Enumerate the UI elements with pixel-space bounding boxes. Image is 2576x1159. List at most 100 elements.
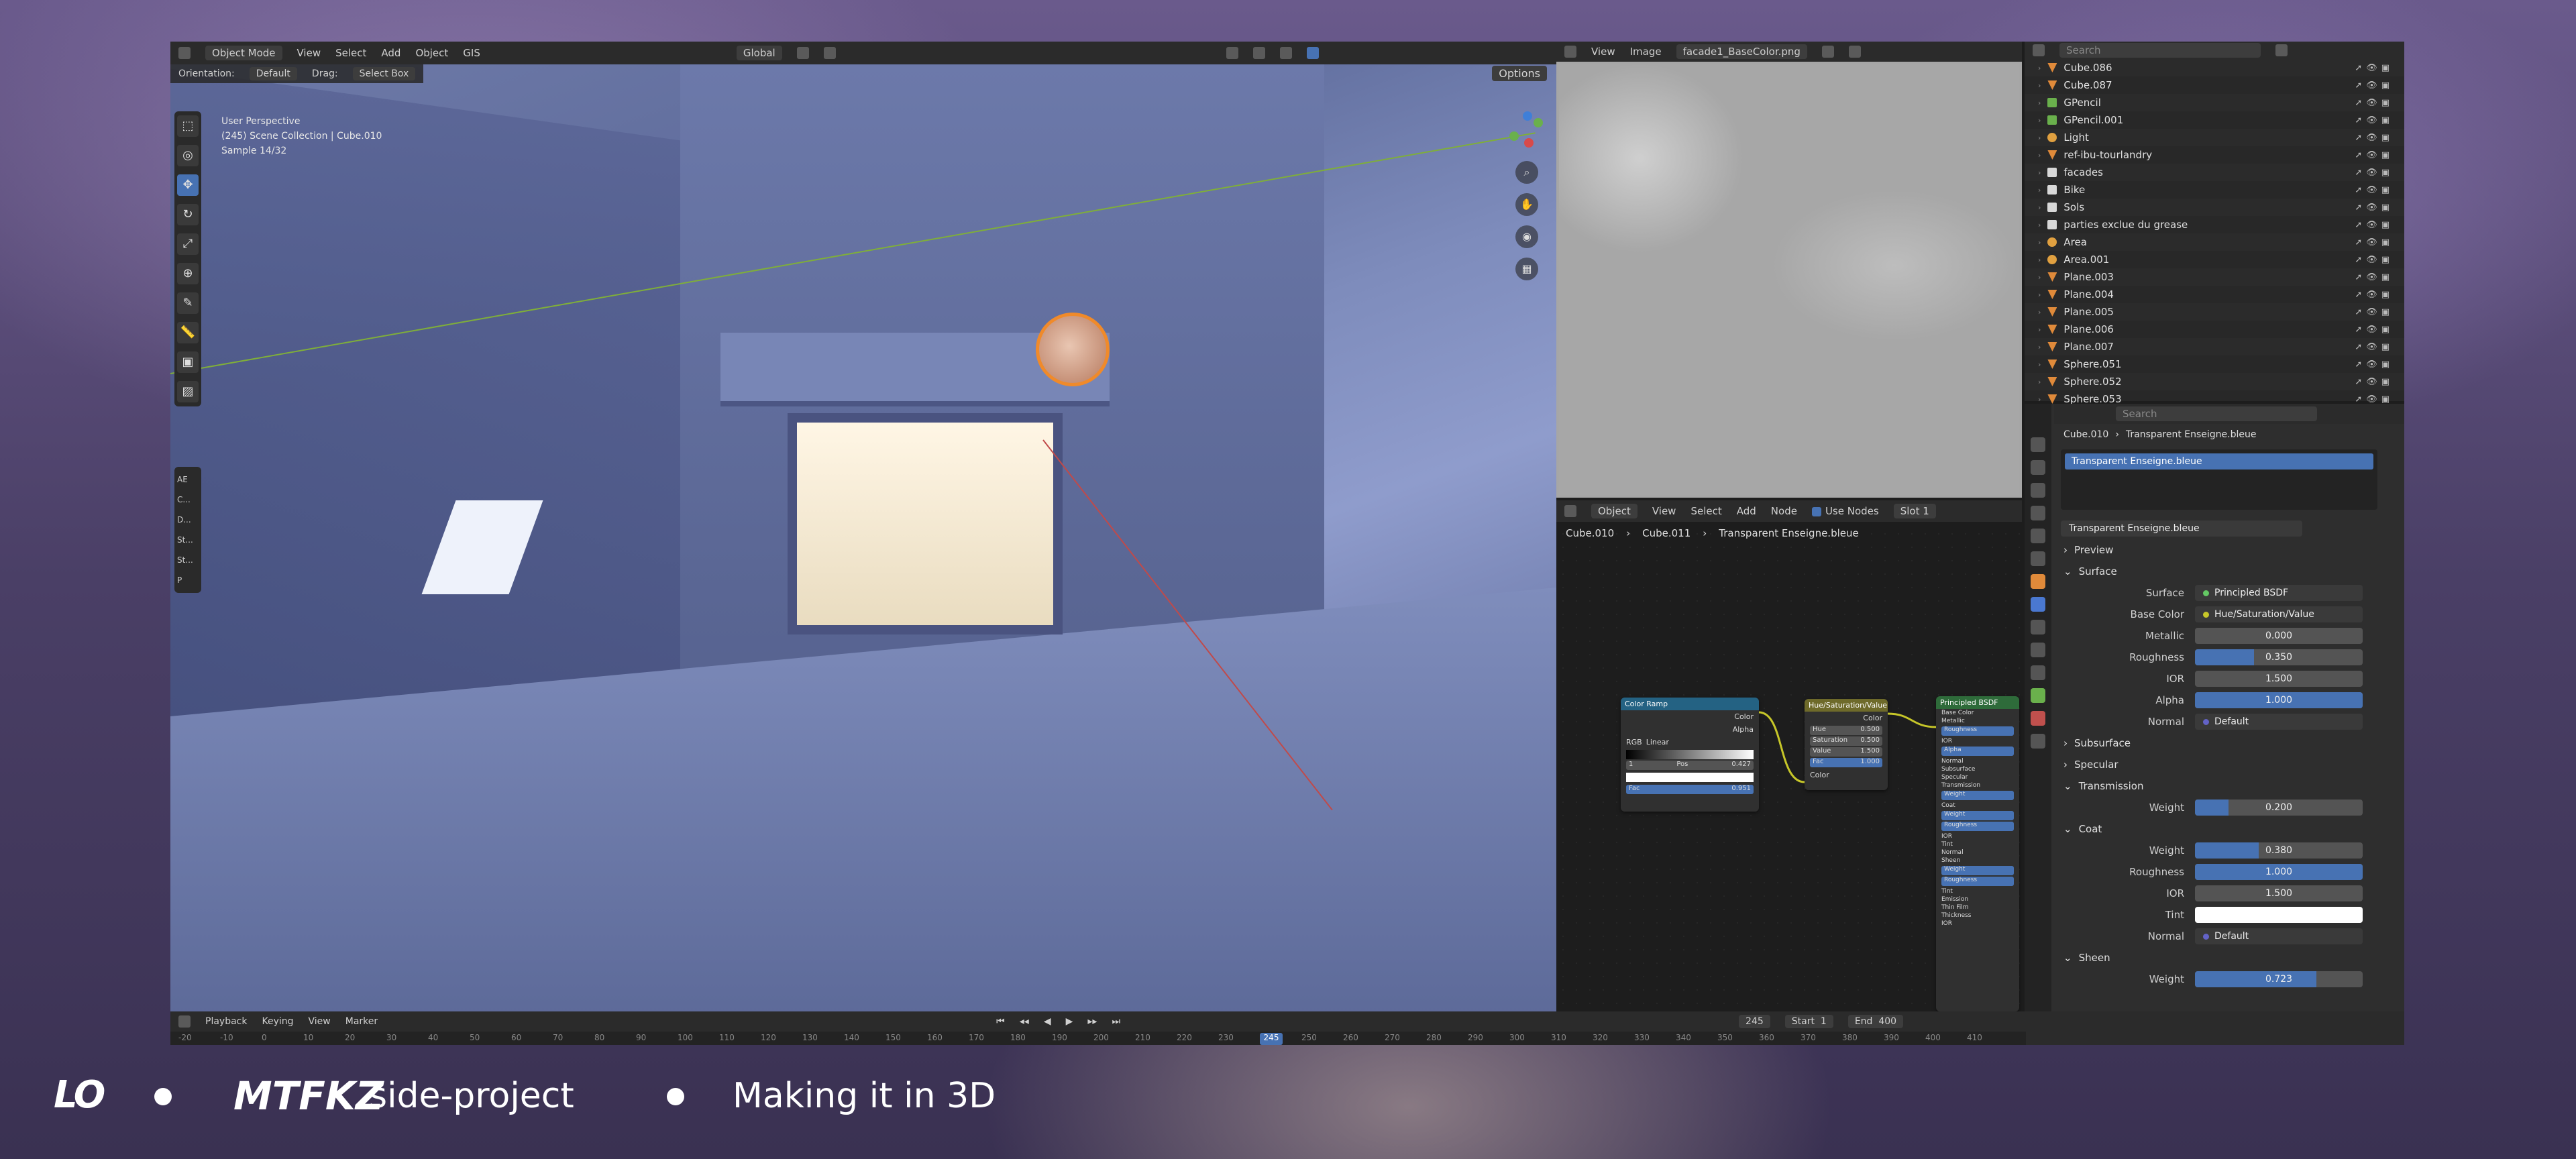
section-specular[interactable]: › Specular [2054, 754, 2404, 775]
filter-icon[interactable] [2275, 44, 2288, 56]
measure-tool-icon[interactable]: 📏 [177, 322, 199, 343]
visibility-toggle-icons[interactable]: ➚👁▣ [2355, 272, 2394, 282]
outliner-row[interactable]: › ref-ibu-tourlandry ➚👁▣ [2025, 146, 2404, 164]
expand-icon[interactable]: › [2038, 360, 2041, 369]
expand-icon[interactable]: › [2038, 186, 2041, 195]
image-pin-icon[interactable] [1821, 46, 1834, 58]
snap-icon[interactable] [796, 47, 809, 59]
render-tab-icon[interactable] [2031, 460, 2045, 475]
drag-dropdown[interactable]: Select Box [352, 67, 416, 80]
outliner-row[interactable]: › Cube.086 ➚👁▣ [2025, 59, 2404, 76]
grid-view-icon[interactable]: ▦ [1515, 258, 1538, 280]
start-frame-field[interactable]: Start 1 [1784, 1015, 1833, 1028]
current-frame-field[interactable]: 245 [1739, 1015, 1770, 1028]
viewport-menu-view[interactable]: View [297, 47, 321, 59]
expand-icon[interactable]: › [2038, 290, 2041, 299]
visibility-toggle-icons[interactable]: ➚👁▣ [2355, 290, 2394, 300]
expand-icon[interactable]: › [2038, 256, 2041, 264]
editor-type-icon[interactable] [2033, 44, 2045, 56]
visibility-toggle-icons[interactable]: ➚👁▣ [2355, 133, 2394, 143]
ior-field[interactable]: 1.500 [2195, 671, 2363, 687]
visibility-toggle-icons[interactable]: ➚👁▣ [2355, 203, 2394, 213]
camera-view-icon[interactable]: ◉ [1515, 225, 1538, 248]
visibility-toggle-icons[interactable]: ➚👁▣ [2355, 377, 2394, 387]
visibility-toggle-icons[interactable]: ➚👁▣ [2355, 185, 2394, 195]
visibility-toggle-icons[interactable]: ➚👁▣ [2355, 80, 2394, 91]
section-subsurface[interactable]: › Subsurface [2054, 732, 2404, 754]
visibility-toggle-icons[interactable]: ➚👁▣ [2355, 98, 2394, 108]
scale-tool-icon[interactable]: ⤢ [177, 233, 199, 255]
timeline-menu-playback[interactable]: Playback [205, 1016, 247, 1027]
expand-icon[interactable]: › [2038, 116, 2041, 125]
expand-icon[interactable]: › [2038, 221, 2041, 229]
add-cube-tool-icon[interactable]: ▣ [177, 351, 199, 373]
selected-object-gizmo[interactable] [1036, 313, 1110, 386]
outliner-row[interactable]: › Plane.004 ➚👁▣ [2025, 286, 2404, 303]
outliner-row[interactable]: › Light ➚👁▣ [2025, 129, 2404, 146]
viewport-render[interactable]: User Perspective (245) Scene Collection … [170, 64, 1556, 1011]
side-label[interactable]: St... [177, 530, 199, 550]
coat-weight-slider[interactable]: 0.380 [2195, 842, 2363, 859]
mode-dropdown[interactable]: Object Mode [205, 46, 282, 60]
play-reverse-icon[interactable]: ◀ [1044, 1016, 1051, 1027]
properties-search-input[interactable]: Search [2116, 406, 2317, 421]
scene-tab-icon[interactable] [2031, 529, 2045, 543]
visibility-toggle-icons[interactable]: ➚👁▣ [2355, 360, 2394, 370]
outliner-row[interactable]: › Bike ➚👁▣ [2025, 181, 2404, 199]
image-menu-image[interactable]: Image [1630, 46, 1662, 58]
physics-tab-icon[interactable] [2031, 643, 2045, 657]
axis-gizmo-icon[interactable] [1507, 111, 1547, 152]
image-editor[interactable]: View Image facade1_BaseColor.png [1556, 42, 2022, 498]
coat-roughness-slider[interactable]: 1.000 [2195, 864, 2363, 880]
orientation-dropdown[interactable]: Default [249, 67, 297, 80]
timeline-menu-keying[interactable]: Keying [262, 1016, 293, 1027]
visibility-toggle-icons[interactable]: ➚👁▣ [2355, 342, 2394, 352]
viewport-menu-object[interactable]: Object [415, 47, 448, 59]
surface-shader-field[interactable]: Principled BSDF [2195, 585, 2363, 601]
3d-viewport[interactable]: Object Mode View Select Add Object GIS G… [170, 42, 1556, 1011]
properties-editor[interactable]: Search Cube.010 › Transparent Enseigne.bl… [2025, 404, 2404, 1045]
visibility-toggle-icons[interactable]: ➚👁▣ [2355, 63, 2394, 73]
outliner-row[interactable]: › Area ➚👁▣ [2025, 233, 2404, 251]
select-box-tool-icon[interactable]: ⬚ [177, 115, 199, 137]
viewport-menu-add[interactable]: Add [381, 47, 400, 59]
section-transmission[interactable]: ⌄ Transmission [2054, 775, 2404, 797]
constraints-tab-icon[interactable] [2031, 665, 2045, 680]
base-color-field[interactable]: Hue/Saturation/Value [2195, 606, 2363, 622]
editor-type-icon[interactable] [178, 1015, 191, 1028]
side-label[interactable]: P [177, 570, 199, 590]
section-preview[interactable]: › Preview [2054, 539, 2404, 561]
metallic-slider[interactable]: 0.000 [2195, 628, 2363, 644]
outliner-row[interactable]: › GPencil ➚👁▣ [2025, 94, 2404, 111]
coat-tint-swatch[interactable] [2195, 907, 2363, 923]
roughness-slider[interactable]: 0.350 [2195, 649, 2363, 665]
outliner-row[interactable]: › Sols ➚👁▣ [2025, 199, 2404, 216]
visibility-toggle-icons[interactable]: ➚👁▣ [2355, 168, 2394, 178]
next-key-icon[interactable]: ▸▸ [1087, 1016, 1097, 1027]
expand-icon[interactable]: › [2038, 133, 2041, 142]
image-tool-icon[interactable]: ▨ [177, 381, 199, 402]
timeline[interactable]: Playback Keying View Marker ⏮ ◂◂ ◀ ▶ ▸▸ … [170, 1011, 2404, 1045]
tool-tab-icon[interactable] [2031, 437, 2045, 452]
side-label[interactable]: St... [177, 550, 199, 570]
jump-start-icon[interactable]: ⏮ [996, 1016, 1005, 1027]
gizmo-toggle-icon[interactable] [1226, 47, 1238, 59]
expand-icon[interactable]: › [2038, 81, 2041, 90]
prev-key-icon[interactable]: ◂◂ [1020, 1016, 1029, 1027]
data-tab-icon[interactable] [2031, 688, 2045, 703]
outliner-row[interactable]: › Area.001 ➚👁▣ [2025, 251, 2404, 268]
output-tab-icon[interactable] [2031, 483, 2045, 498]
timeline-menu-marker[interactable]: Marker [345, 1016, 378, 1027]
outliner-row[interactable]: › Plane.006 ➚👁▣ [2025, 321, 2404, 338]
normal-field[interactable]: Default [2195, 714, 2363, 730]
object-tab-icon[interactable] [2031, 574, 2045, 589]
visibility-toggle-icons[interactable]: ➚👁▣ [2355, 220, 2394, 230]
material-slot-item[interactable]: Transparent Enseigne.bleue [2065, 453, 2373, 470]
transmission-weight-slider[interactable]: 0.200 [2195, 799, 2363, 816]
side-label[interactable]: D... [177, 510, 199, 530]
expand-icon[interactable]: › [2038, 238, 2041, 247]
visibility-toggle-icons[interactable]: ➚👁▣ [2355, 115, 2394, 125]
visibility-toggle-icons[interactable]: ➚👁▣ [2355, 325, 2394, 335]
material-name-field[interactable]: Transparent Enseigne.bleue [2061, 520, 2302, 537]
outliner-row[interactable]: › Plane.005 ➚👁▣ [2025, 303, 2404, 321]
